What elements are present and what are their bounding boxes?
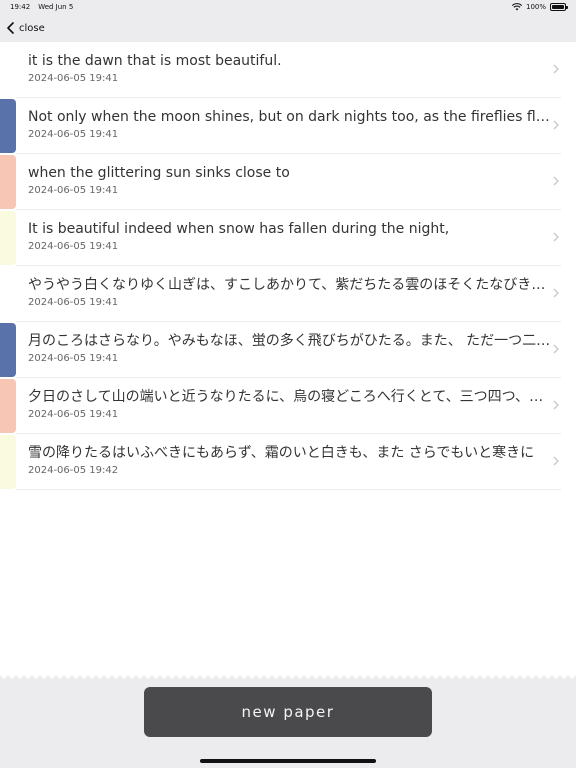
color-strip: [0, 99, 16, 153]
item-date: 2024-06-05 19:42: [28, 465, 119, 476]
paper-list: it is the dawn that is most beautiful. 2…: [0, 42, 576, 674]
screen: 19:42 Wed Jun 5 100% close it is the daw…: [0, 0, 576, 768]
item-date: 2024-06-05 19:41: [28, 129, 119, 140]
item-title: 夕日のさして山の端いと近うなりたるに、烏の寝どころへ行くとて、三つ四つ、二つ三つ…: [28, 389, 553, 405]
list-item[interactable]: 夕日のさして山の端いと近うなりたるに、烏の寝どころへ行くとて、三つ四つ、二つ三つ…: [0, 378, 576, 434]
chevron-right-icon: [553, 288, 559, 298]
item-title: 雪の降りたるはいふべきにもあらず、霜のいと白きも、また さらでもいと寒きに: [28, 445, 535, 461]
chevron-right-icon: [553, 120, 559, 130]
color-strip: [0, 323, 16, 377]
item-date: 2024-06-05 19:41: [28, 297, 119, 308]
list-item[interactable]: やうやう白くなりゆく山ぎは、すこしあかりて、紫だちたる雲のほそくたなびきたる。 …: [0, 266, 576, 322]
item-title: やうやう白くなりゆく山ぎは、すこしあかりて、紫だちたる雲のほそくたなびきたる。: [28, 277, 553, 293]
item-title: when the glittering sun sinks close to: [28, 165, 290, 181]
item-date: 2024-06-05 19:41: [28, 353, 119, 364]
battery-icon: [550, 3, 568, 11]
chevron-right-icon: [553, 456, 559, 466]
item-date: 2024-06-05 19:41: [28, 241, 119, 252]
status-bar: 19:42 Wed Jun 5 100%: [0, 0, 576, 14]
new-paper-button[interactable]: new paper: [144, 687, 432, 737]
item-date: 2024-06-05 19:41: [28, 73, 119, 84]
torn-edge: [0, 670, 576, 679]
color-strip: [0, 155, 16, 209]
item-date: 2024-06-05 19:41: [28, 409, 119, 420]
chevron-right-icon: [553, 64, 559, 74]
list-item[interactable]: 雪の降りたるはいふべきにもあらず、霜のいと白きも、また さらでもいと寒きに 20…: [0, 434, 576, 490]
list-item[interactable]: it is the dawn that is most beautiful. 2…: [0, 42, 576, 98]
list-item[interactable]: It is beautiful indeed when snow has fal…: [0, 210, 576, 266]
list-item[interactable]: Not only when the moon shines, but on da…: [0, 98, 576, 154]
chevron-right-icon: [553, 344, 559, 354]
chevron-right-icon: [553, 400, 559, 410]
item-date: 2024-06-05 19:41: [28, 185, 119, 196]
status-date: Wed Jun 5: [38, 3, 74, 11]
item-title: Not only when the moon shines, but on da…: [28, 109, 553, 125]
battery-level: [552, 5, 564, 9]
color-strip: [0, 211, 16, 265]
list-item[interactable]: when the glittering sun sinks close to 2…: [0, 154, 576, 210]
item-title: it is the dawn that is most beautiful.: [28, 53, 282, 69]
home-indicator[interactable]: [200, 759, 376, 763]
wifi-icon: [511, 3, 522, 11]
color-strip: [0, 43, 16, 97]
list-item[interactable]: 月のころはさらなり。やみもなほ、蛍の多く飛びちがひたる。また、 ただ一つ二つなど…: [0, 322, 576, 378]
chevron-left-icon: [7, 22, 14, 34]
item-title: 月のころはさらなり。やみもなほ、蛍の多く飛びちがひたる。また、 ただ一つ二つなど: [28, 333, 553, 349]
close-label: close: [19, 22, 45, 34]
status-time: 19:42: [10, 3, 31, 11]
color-strip: [0, 267, 16, 321]
item-title: It is beautiful indeed when snow has fal…: [28, 221, 450, 237]
close-button[interactable]: close: [6, 22, 45, 34]
color-strip: [0, 379, 16, 433]
chevron-right-icon: [553, 176, 559, 186]
color-strip: [0, 435, 16, 489]
chevron-right-icon: [553, 232, 559, 242]
battery-percent: 100%: [525, 3, 546, 11]
nav-bar: close: [0, 14, 576, 42]
